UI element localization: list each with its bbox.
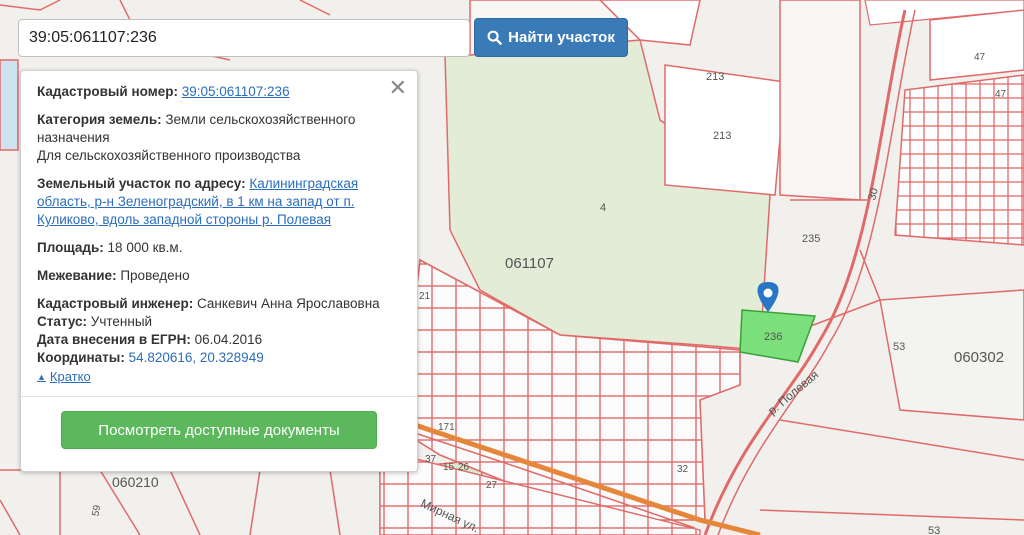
plot-label-26: 26	[458, 462, 470, 473]
plot-label-213a: 213	[706, 71, 724, 83]
status-row: Статус: Учтенный	[37, 313, 401, 331]
registry-date-value: 06.04.2016	[194, 332, 263, 347]
status-label: Статус:	[37, 314, 87, 329]
brief-toggle-row: ▲ Кратко	[37, 367, 401, 386]
survey-row: Межевание: Проведено	[37, 267, 401, 285]
plot-label-53a: 53	[893, 341, 905, 353]
plot-label-15: 15	[443, 462, 455, 473]
area-row: Площадь: 18 000 кв.м.	[37, 239, 401, 257]
address-label: Земельный участок по адресу:	[37, 176, 246, 191]
cadastral-search-input[interactable]	[18, 19, 470, 57]
block-label-east: 060302	[954, 349, 1004, 366]
cadastral-number-row: Кадастровый номер: 39:05:061107:236	[37, 83, 401, 101]
registry-date-label: Дата внесения в ЕГРН:	[37, 332, 191, 347]
panel-divider	[21, 396, 417, 397]
coordinates-row: Координаты: 54.820616, 20.328949	[37, 349, 401, 367]
block-label-main: 061107	[505, 255, 554, 272]
address-row: Земельный участок по адресу: Калининград…	[37, 175, 401, 229]
engineer-value: Санкевич Анна Ярославовна	[197, 296, 380, 311]
plot-label-213b: 213	[713, 130, 731, 142]
plot-label-37: 37	[425, 454, 437, 465]
plot-label-171: 171	[438, 422, 455, 433]
registry-date-row: Дата внесения в ЕГРН: 06.04.2016	[37, 331, 401, 349]
close-icon[interactable]: ✕	[389, 77, 407, 99]
block-label-west: 060210	[112, 474, 159, 490]
survey-value: Проведено	[120, 268, 190, 283]
coordinates-value[interactable]: 54.820616, 20.328949	[129, 350, 264, 365]
status-value: Учтенный	[90, 314, 153, 329]
cadastral-number-link[interactable]: 39:05:061107:236	[182, 84, 290, 99]
area-value: 18 000 кв.м.	[107, 240, 183, 255]
survey-label: Межевание:	[37, 268, 117, 283]
engineer-row: Кадастровый инженер: Санкевич Анна Яросл…	[37, 295, 401, 313]
plot-label-4: 4	[600, 202, 606, 214]
cadastral-number-label: Кадастровый номер:	[37, 84, 178, 99]
brief-toggle-label: Кратко	[49, 369, 91, 384]
plot-label-27: 27	[486, 480, 498, 491]
land-category-label: Категория земель:	[37, 112, 162, 127]
plot-label-47b: 47	[995, 89, 1007, 100]
find-plot-button-label: Найти участок	[508, 29, 615, 46]
plot-label-21: 21	[419, 291, 431, 302]
triangle-up-icon: ▲	[37, 372, 46, 382]
engineer-label: Кадастровый инженер:	[37, 296, 194, 311]
plot-label-selected: 236	[764, 331, 782, 343]
area-label: Площадь:	[37, 240, 104, 255]
find-plot-button[interactable]: Найти участок	[474, 18, 628, 57]
coordinates-label: Координаты:	[37, 350, 125, 365]
brief-toggle[interactable]: ▲ Кратко	[37, 368, 91, 386]
search-icon	[487, 30, 502, 45]
plot-label-47a: 47	[974, 52, 986, 63]
view-documents-button[interactable]: Посмотреть доступные документы	[61, 411, 377, 449]
plot-info-panel: ✕ Кадастровый номер: 39:05:061107:236 Ка…	[20, 70, 418, 472]
land-use-value: Для сельскохозяйственного производства	[37, 148, 301, 163]
plot-label-32: 32	[677, 464, 689, 475]
plot-label-53b: 53	[928, 525, 940, 535]
plot-label-235: 235	[802, 233, 820, 245]
land-category-row: Категория земель: Земли сельскохозяйстве…	[37, 111, 401, 147]
